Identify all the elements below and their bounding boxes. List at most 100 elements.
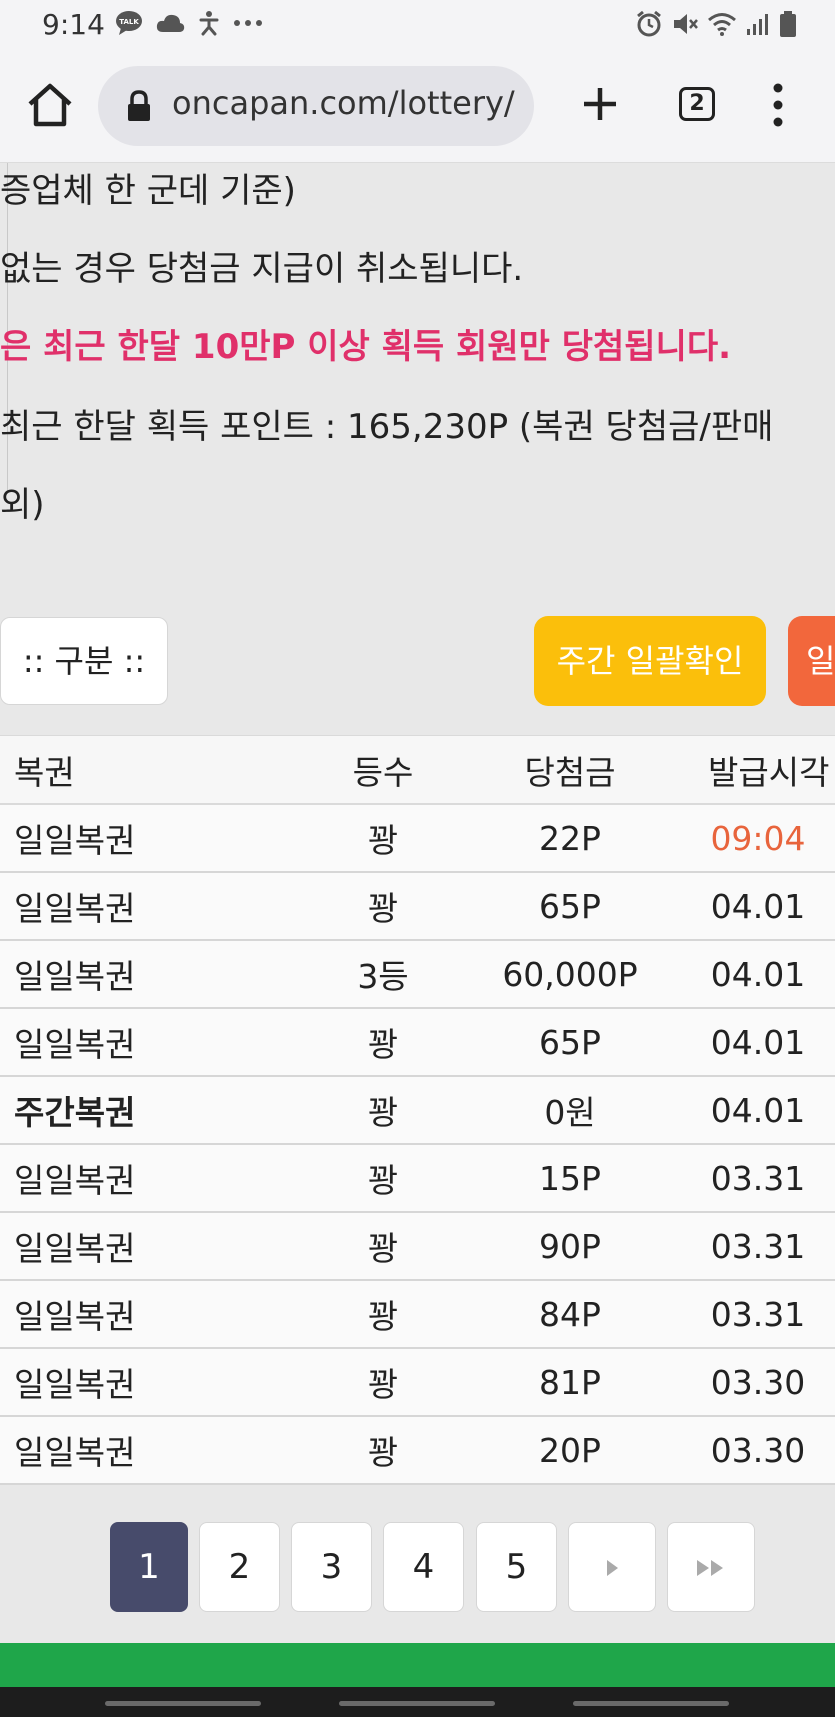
status-bar: 9:14 TALK bbox=[0, 0, 835, 50]
cell-prize: 90P bbox=[539, 1226, 601, 1266]
lock-icon bbox=[128, 90, 150, 121]
cell-lottery: 일일복권 bbox=[14, 889, 136, 928]
status-right-icons bbox=[635, 10, 797, 38]
cell-time: 04.01 bbox=[710, 886, 806, 926]
cell-prize: 84P bbox=[539, 1294, 601, 1334]
cell-prize: 15P bbox=[539, 1158, 601, 1198]
cell-lottery: 일일복권 bbox=[14, 1433, 136, 1472]
cell-time: 04.01 bbox=[710, 1090, 806, 1130]
cell-prize: 0원 bbox=[544, 1093, 596, 1132]
table-header: 복권 등수 당첨금 발급시각 bbox=[0, 735, 835, 805]
header-rank: 등수 bbox=[352, 752, 414, 792]
system-navigation-bar bbox=[0, 1687, 835, 1717]
status-time: 9:14 bbox=[42, 8, 105, 41]
pagination: 1 2 3 4 5 bbox=[0, 1522, 835, 1614]
cell-lottery: 일일복권 bbox=[14, 957, 136, 996]
cell-rank: 꽝 bbox=[367, 1025, 399, 1064]
tab-switcher-button[interactable]: 2 bbox=[679, 87, 715, 121]
table-row: 일일복권 꽝 65P 04.01 bbox=[0, 873, 835, 941]
cell-time: 03.31 bbox=[710, 1226, 806, 1266]
cell-lottery: 주간복권 bbox=[14, 1093, 136, 1132]
overflow-menu-icon[interactable] bbox=[764, 80, 792, 130]
cell-rank: 꽝 bbox=[367, 821, 399, 860]
address-bar[interactable]: oncapan.com/lottery/ bbox=[98, 66, 534, 146]
cell-prize: 81P bbox=[539, 1362, 601, 1402]
cell-time: 04.01 bbox=[710, 954, 806, 994]
cell-prize: 22P bbox=[539, 818, 601, 858]
cloud-icon bbox=[156, 14, 185, 32]
accessibility-icon bbox=[199, 11, 219, 36]
cell-time: 03.31 bbox=[710, 1294, 806, 1334]
cell-prize: 65P bbox=[539, 1022, 601, 1062]
cell-rank: 꽝 bbox=[367, 1297, 399, 1336]
last-page-button[interactable] bbox=[667, 1522, 755, 1612]
page-3-button[interactable]: 3 bbox=[291, 1522, 372, 1612]
table-row: 일일복권 꽝 15P 03.31 bbox=[0, 1145, 835, 1213]
header-prize: 당첨금 bbox=[524, 752, 616, 792]
page-content: 증업체 한 군데 기준) 없는 경우 당첨금 지급이 취소됩니다. 은 최근 한… bbox=[0, 163, 835, 1643]
cell-lottery: 일일복권 bbox=[14, 1025, 136, 1064]
cell-time: 04.01 bbox=[710, 1022, 806, 1062]
home-icon[interactable] bbox=[24, 80, 76, 132]
header-lottery: 복권 bbox=[14, 752, 75, 792]
cell-lottery: 일일복권 bbox=[14, 1297, 136, 1336]
page-2-button[interactable]: 2 bbox=[199, 1522, 280, 1612]
nav-back-handle[interactable] bbox=[573, 1701, 729, 1706]
table-row: 일일복권 꽝 65P 04.01 bbox=[0, 1009, 835, 1077]
notice-line-3: 은 최근 한달 10만P 이상 획득 회원만 당첨됩니다. bbox=[0, 327, 732, 367]
new-tab-icon[interactable] bbox=[578, 78, 622, 130]
page-1-button[interactable]: 1 bbox=[110, 1522, 188, 1612]
notice-line-4: 최근 한달 획득 포인트 : 165,230P (복권 당첨금/판매 bbox=[0, 407, 774, 447]
next-page-icon bbox=[607, 1560, 618, 1576]
nav-recents-handle[interactable] bbox=[105, 1701, 261, 1706]
next-page-button[interactable] bbox=[568, 1522, 656, 1612]
lottery-table: 복권 등수 당첨금 발급시각 일일복권 꽝 22P 09:04 일일복권 꽝 6… bbox=[0, 735, 835, 1485]
category-select[interactable]: :: 구분 :: bbox=[0, 617, 168, 705]
notice-line-5: 외) bbox=[0, 485, 45, 525]
cell-rank: 꽝 bbox=[367, 1365, 399, 1404]
wifi-icon bbox=[708, 13, 736, 36]
url-text: oncapan.com/lottery/ bbox=[172, 84, 515, 122]
signal-icon bbox=[747, 14, 768, 35]
mute-icon bbox=[674, 14, 698, 34]
page-4-button[interactable]: 4 bbox=[383, 1522, 464, 1612]
browser-toolbar: oncapan.com/lottery/ 2 bbox=[0, 50, 835, 163]
table-row: 일일복권 꽝 81P 03.30 bbox=[0, 1349, 835, 1417]
table-row: 일일복권 꽝 22P 09:04 bbox=[0, 805, 835, 873]
alarm-icon bbox=[637, 10, 661, 37]
cell-rank: 꽝 bbox=[367, 1229, 399, 1268]
daily-check-button[interactable]: 일 bbox=[788, 616, 835, 706]
cell-rank: 꽝 bbox=[367, 889, 399, 928]
cell-rank: 꽝 bbox=[367, 1093, 399, 1132]
nav-home-handle[interactable] bbox=[339, 1701, 495, 1706]
cell-lottery: 일일복권 bbox=[14, 1161, 136, 1200]
cell-prize: 60,000P bbox=[502, 954, 638, 994]
weekly-check-button[interactable]: 주간 일괄확인 bbox=[534, 616, 766, 706]
table-row: 일일복권 꽝 84P 03.31 bbox=[0, 1281, 835, 1349]
last-page-icon bbox=[697, 1560, 723, 1576]
cell-prize: 65P bbox=[539, 886, 601, 926]
status-left-icons: TALK bbox=[115, 10, 263, 36]
cell-lottery: 일일복권 bbox=[14, 821, 136, 860]
battery-icon bbox=[780, 11, 796, 37]
page-5-button[interactable]: 5 bbox=[476, 1522, 557, 1612]
cell-time: 03.31 bbox=[710, 1158, 806, 1198]
table-row: 주간복권 꽝 0원 04.01 bbox=[0, 1077, 835, 1145]
cell-rank: 3등 bbox=[357, 957, 409, 996]
cell-prize: 20P bbox=[539, 1430, 601, 1470]
cell-time: 03.30 bbox=[710, 1362, 806, 1402]
cell-rank: 꽝 bbox=[367, 1161, 399, 1200]
cell-lottery: 일일복권 bbox=[14, 1365, 136, 1404]
notice-line-2: 없는 경우 당첨금 지급이 취소됩니다. bbox=[0, 249, 524, 289]
table-row: 일일복권 3등 60,000P 04.01 bbox=[0, 941, 835, 1009]
svg-text:TALK: TALK bbox=[119, 18, 139, 26]
cell-time: 09:04 bbox=[710, 818, 806, 858]
talk-icon: TALK bbox=[116, 11, 142, 35]
cell-time: 03.30 bbox=[710, 1430, 806, 1470]
notice-line-1: 증업체 한 군데 기준) bbox=[0, 171, 296, 211]
table-row: 일일복권 꽝 90P 03.31 bbox=[0, 1213, 835, 1281]
more-dots-icon bbox=[234, 20, 262, 26]
header-issued-time: 발급시각 bbox=[708, 752, 830, 792]
footer-bar bbox=[0, 1643, 835, 1687]
cell-rank: 꽝 bbox=[367, 1433, 399, 1472]
